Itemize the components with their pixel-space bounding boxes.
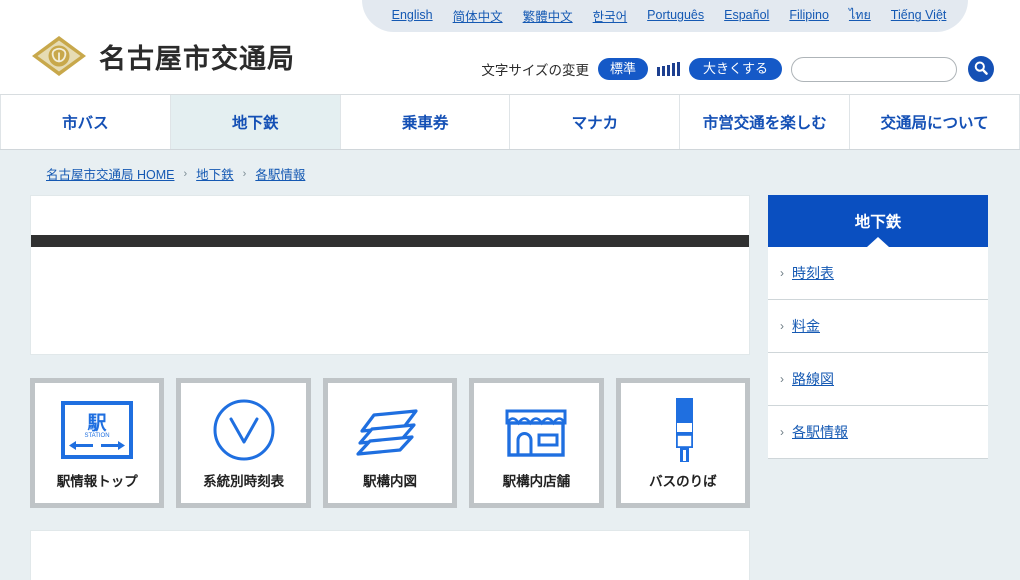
breadcrumb-item-subway[interactable]: 地下鉄 bbox=[196, 164, 234, 183]
language-link-portuguese[interactable]: Português bbox=[637, 8, 714, 22]
banner-dark-bar bbox=[31, 235, 749, 247]
nav-item-city-bus[interactable]: 市バス bbox=[0, 95, 171, 149]
breadcrumb-separator-icon: › bbox=[242, 167, 247, 180]
sidebar-item-label: 各駅情報 bbox=[792, 425, 848, 441]
sidebar-item-timetable[interactable]: › 時刻表 bbox=[768, 247, 988, 300]
text-size-larger-button[interactable]: 大きくする bbox=[688, 58, 782, 80]
card-label: バスのりば bbox=[649, 474, 717, 490]
chevron-right-icon: › bbox=[780, 319, 784, 333]
nagoya-city-emblem-icon bbox=[30, 34, 88, 78]
lower-panel bbox=[30, 530, 750, 580]
sidebar-item-label: 時刻表 bbox=[792, 266, 834, 282]
card-label: 系統別時刻表 bbox=[203, 474, 285, 490]
header-tools: 文字サイズの変更 標準 大きくする bbox=[481, 56, 994, 82]
chevron-right-icon: › bbox=[780, 425, 784, 439]
sidebar-title: 地下鉄 bbox=[768, 195, 988, 247]
clock-icon bbox=[211, 394, 277, 466]
main-column: 駅 STATION 駅情報トップ 系統別時刻表 駅構内図 駅構内店舗 バスのりば bbox=[30, 195, 751, 580]
language-link-filipino[interactable]: Filipino bbox=[779, 8, 839, 22]
chevron-right-icon: › bbox=[780, 372, 784, 386]
sidebar-item-label: 料金 bbox=[792, 319, 820, 335]
station-shortcut-cards: 駅 STATION 駅情報トップ 系統別時刻表 駅構内図 駅構内店舗 バスのりば bbox=[30, 378, 751, 508]
sidebar-item-fares[interactable]: › 料金 bbox=[768, 300, 988, 353]
sidebar-item-station-info[interactable]: › 各駅情報 bbox=[768, 406, 988, 459]
search-input[interactable] bbox=[791, 56, 957, 82]
language-link-simplified-chinese[interactable]: 简体中文 bbox=[443, 6, 513, 25]
site-header: English 简体中文 繁體中文 한국어 Português Español … bbox=[0, 0, 1020, 94]
layers-map-icon bbox=[352, 394, 428, 466]
storefront-icon bbox=[501, 394, 571, 466]
nav-item-tickets[interactable]: 乗車券 bbox=[340, 95, 511, 149]
text-size-normal-button[interactable]: 標準 bbox=[597, 58, 648, 80]
nav-item-subway[interactable]: 地下鉄 bbox=[170, 95, 341, 149]
content-columns: 駅 STATION 駅情報トップ 系統別時刻表 駅構内図 駅構内店舗 バスのりば… bbox=[0, 195, 1020, 580]
svg-text:駅: 駅 bbox=[87, 412, 108, 434]
card-station-shops[interactable]: 駅構内店舗 bbox=[469, 378, 604, 508]
site-logo[interactable]: 名古屋市交通局 bbox=[30, 34, 295, 78]
card-route-timetable[interactable]: 系統別時刻表 bbox=[176, 378, 311, 508]
breadcrumb: 名古屋市交通局 HOME › 地下鉄 › 各駅情報 bbox=[0, 150, 1020, 195]
station-sign-icon: 駅 STATION bbox=[59, 394, 135, 466]
language-link-spanish[interactable]: Español bbox=[714, 8, 779, 22]
chevron-right-icon: › bbox=[780, 266, 784, 280]
page-body: 名古屋市交通局 HOME › 地下鉄 › 各駅情報 駅 STATION 駅情報ト… bbox=[0, 150, 1020, 580]
text-size-label: 文字サイズの変更 bbox=[481, 63, 589, 78]
breadcrumb-separator-icon: › bbox=[183, 167, 188, 180]
global-navigation: 市バス 地下鉄 乗車券 マナカ 市営交通を楽しむ 交通局について bbox=[0, 94, 1020, 150]
language-link-traditional-chinese[interactable]: 繁體中文 bbox=[513, 6, 583, 25]
sidebar-item-label: 路線図 bbox=[792, 372, 834, 388]
card-station-map[interactable]: 駅構内図 bbox=[322, 378, 458, 508]
language-link-thai[interactable]: ไทย bbox=[839, 5, 881, 25]
card-label: 駅構内店舗 bbox=[502, 474, 571, 490]
sidebar-item-route-map[interactable]: › 路線図 bbox=[768, 353, 988, 406]
nav-item-enjoy-transit[interactable]: 市営交通を楽しむ bbox=[680, 95, 851, 149]
breadcrumb-item-station-info[interactable]: 各駅情報 bbox=[255, 164, 305, 183]
card-label: 駅構内図 bbox=[363, 474, 418, 490]
breadcrumb-item-home[interactable]: 名古屋市交通局 HOME bbox=[46, 164, 174, 183]
nav-item-manaca[interactable]: マナカ bbox=[510, 95, 681, 149]
search-icon bbox=[973, 60, 989, 79]
language-bar: English 简体中文 繁體中文 한국어 Português Español … bbox=[362, 0, 968, 32]
banner-panel bbox=[30, 195, 750, 355]
card-label: 駅情報トップ bbox=[56, 474, 138, 490]
language-link-english[interactable]: English bbox=[374, 8, 443, 22]
language-link-korean[interactable]: 한국어 bbox=[583, 6, 638, 25]
sidebar: 地下鉄 › 時刻表 › 料金 › 路線図 › 各駅情報 bbox=[768, 195, 988, 459]
svg-text:STATION: STATION bbox=[85, 433, 110, 439]
language-link-vietnamese[interactable]: Tiếng Việt bbox=[881, 8, 957, 22]
card-station-info-top[interactable]: 駅 STATION 駅情報トップ bbox=[30, 378, 165, 508]
bus-stop-pole-icon bbox=[660, 394, 706, 466]
card-bus-stop[interactable]: バスのりば bbox=[615, 378, 751, 508]
text-size-gauge-icon bbox=[656, 62, 680, 76]
nav-item-about[interactable]: 交通局について bbox=[850, 95, 1020, 149]
search-button[interactable] bbox=[968, 56, 994, 82]
site-title: 名古屋市交通局 bbox=[99, 43, 295, 75]
